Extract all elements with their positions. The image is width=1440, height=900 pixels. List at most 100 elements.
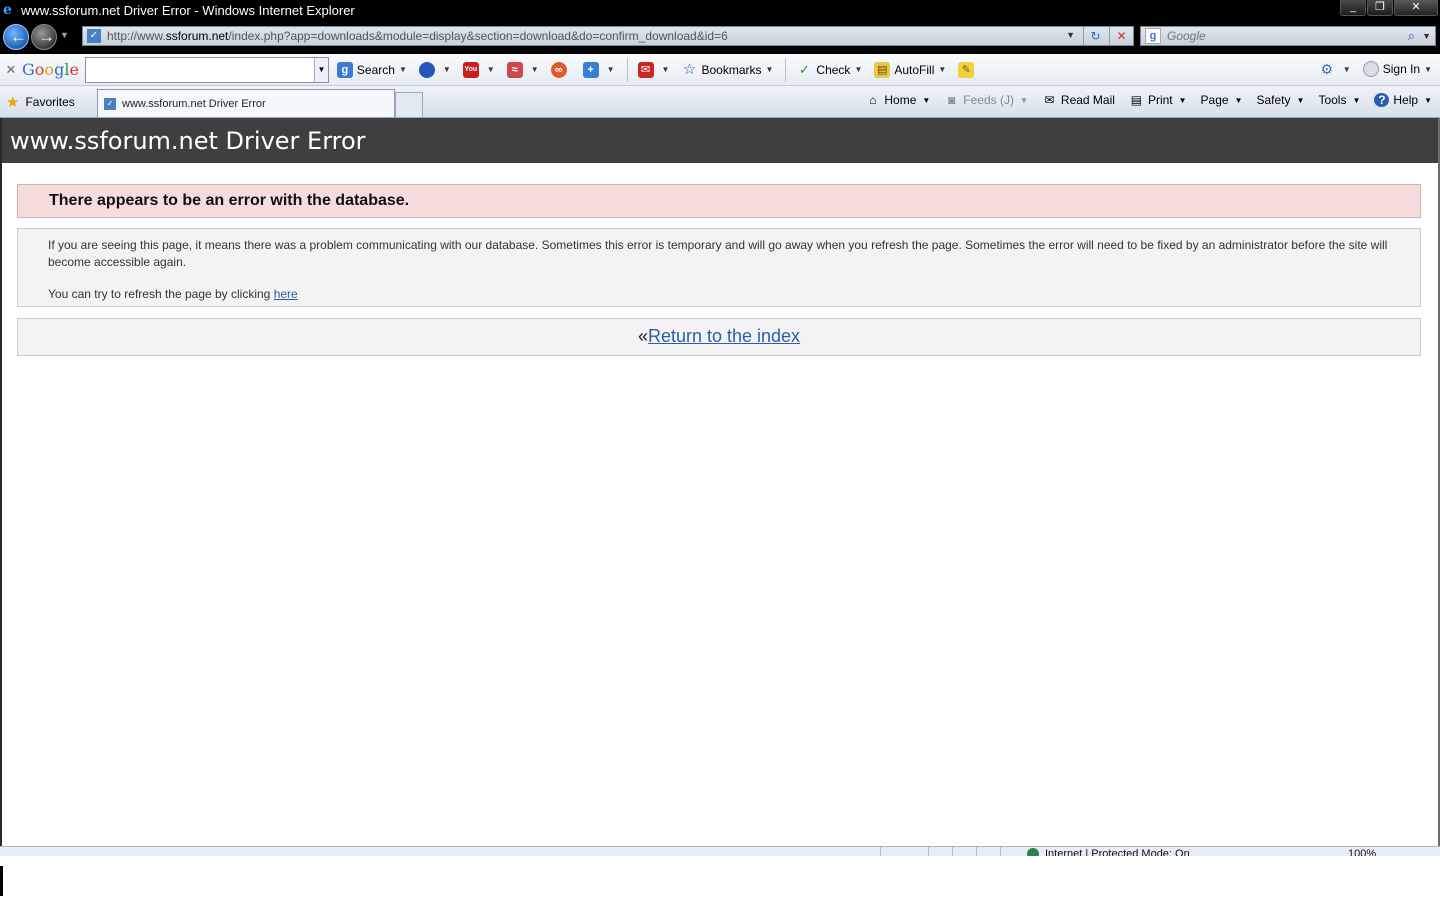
- recent-pages-dropdown[interactable]: ▼: [60, 30, 69, 40]
- search-box[interactable]: g Google ⌕ ▼: [1140, 26, 1436, 46]
- google-search-icon: g: [336, 61, 353, 78]
- ie-logo-icon: e: [3, 2, 12, 18]
- refresh-button[interactable]: ↻: [1083, 27, 1107, 45]
- security-zone[interactable]: Internet | Protected Mode: On: [1027, 848, 1190, 856]
- gmail-button[interactable]: ✉ ▼: [637, 61, 669, 78]
- tools-menu[interactable]: Tools ▼: [1318, 93, 1360, 107]
- page-content: www.ssforum.net Driver Error There appea…: [0, 118, 1440, 846]
- rss-icon: ◙: [948, 93, 956, 107]
- search-options-icon[interactable]: ▼: [1422, 31, 1431, 41]
- autofill-button[interactable]: ▤ AutoFill ▼: [874, 61, 946, 78]
- settings-button[interactable]: ⚙ ▼: [1319, 61, 1351, 77]
- highlight-button[interactable]: ✎: [958, 61, 978, 78]
- favorites-button[interactable]: ★ Favorites: [6, 93, 75, 111]
- google-search-dropdown-icon[interactable]: ▼: [313, 57, 328, 82]
- spellcheck-icon: ✓: [798, 61, 810, 77]
- new-tab-button[interactable]: [395, 92, 423, 117]
- back-button[interactable]: ←: [3, 24, 29, 50]
- wrench-icon: ⚙: [1320, 61, 1334, 77]
- sidewiki-button[interactable]: ∞: [550, 61, 571, 78]
- navigation-bar: ← → ▼ ✓ http://www.ssforum.net/index.php…: [0, 20, 1440, 54]
- print-button[interactable]: ▤ Print ▼: [1129, 93, 1187, 107]
- mail-icon: ✉: [1044, 93, 1055, 107]
- user-icon: [1362, 61, 1379, 77]
- address-url[interactable]: http://www.ssforum.net/index.php?app=dow…: [107, 29, 728, 43]
- address-bar[interactable]: ✓ http://www.ssforum.net/index.php?app=d…: [82, 26, 1134, 46]
- tab-active[interactable]: ✓ www.ssforum.net Driver Error: [97, 89, 395, 117]
- forward-arrow-icon: →: [38, 27, 55, 46]
- google-search-button[interactable]: g Search ▼: [336, 61, 407, 78]
- site-favicon-icon: ✓: [87, 29, 101, 43]
- home-icon: ⌂: [869, 93, 877, 107]
- favorites-bar: ★ Favorites ✓ www.ssforum.net Driver Err…: [0, 86, 1440, 118]
- info-text: If you are seeing this page, it means th…: [48, 238, 1388, 269]
- toolbar-right: ⚙ ▼ Sign In ▼: [1319, 61, 1432, 77]
- tab-title: www.ssforum.net Driver Error: [122, 97, 266, 110]
- translate-button[interactable]: ≈ ▼: [506, 61, 539, 78]
- error-message: There appears to be an error with the da…: [17, 184, 1421, 218]
- status-divider: [976, 847, 977, 856]
- status-divider: [1000, 847, 1001, 856]
- spellcheck-button[interactable]: ✓ Check ▼: [796, 62, 862, 78]
- address-dropdown-icon[interactable]: ▼: [1066, 30, 1075, 40]
- page-menu[interactable]: Page ▼: [1201, 93, 1243, 107]
- gmail-icon: ✉: [637, 61, 654, 78]
- add-button[interactable]: + ▼: [582, 61, 615, 78]
- google-logo: Google: [22, 60, 79, 79]
- google-toolbar: ✕ Google ▼ g Search ▼ ▼ You ▼ ≈ ▼ ∞ + ▼ ✉ ▼ ☆…: [0, 54, 1440, 86]
- toolbar-separator: [785, 57, 787, 82]
- home-button[interactable]: ⌂ Home ▼: [865, 93, 930, 107]
- google-provider-icon: g: [1145, 28, 1161, 44]
- help-menu[interactable]: ? Help ▼: [1374, 93, 1432, 107]
- youtube-button[interactable]: You ▼: [462, 61, 495, 78]
- window-controls: _ ❐ ✕: [1339, 0, 1438, 16]
- highlighter-icon: ✎: [958, 61, 975, 78]
- translate-icon: ≈: [506, 61, 523, 78]
- maximize-button[interactable]: ❐: [1367, 0, 1393, 16]
- feeds-button[interactable]: ◙ Feeds (J) ▼: [944, 93, 1028, 107]
- status-divider: [880, 847, 881, 856]
- help-icon: ?: [1374, 93, 1390, 107]
- refresh-text: You can try to refresh the page by click…: [48, 287, 298, 301]
- taskbar-edge: [0, 866, 3, 896]
- youtube-icon: You: [462, 61, 479, 78]
- sign-in-button[interactable]: Sign In ▼: [1362, 61, 1432, 77]
- star-icon: ☆: [682, 60, 697, 78]
- close-toolbar-icon[interactable]: ✕: [0, 62, 22, 78]
- tab-favicon-icon: ✓: [104, 97, 116, 110]
- refresh-link[interactable]: here: [274, 287, 298, 301]
- status-bar: Internet | Protected Mode: On 100%: [0, 846, 1440, 856]
- stop-button[interactable]: ✕: [1109, 27, 1133, 45]
- return-to-index-link[interactable]: Return to the index: [648, 326, 800, 346]
- search-input[interactable]: Google: [1167, 29, 1206, 43]
- forward-button[interactable]: →: [31, 24, 57, 50]
- read-mail-button[interactable]: ✉ Read Mail: [1042, 93, 1115, 107]
- toolbar-separator: [626, 57, 628, 82]
- globe-button[interactable]: ▼: [418, 61, 451, 78]
- return-prefix: «: [637, 326, 648, 346]
- google-toolbar-search-input[interactable]: ▼: [84, 56, 329, 83]
- close-button[interactable]: ✕: [1394, 0, 1438, 16]
- page-title: www.ssforum.net Driver Error: [2, 118, 1438, 163]
- error-details: If you are seeing this page, it means th…: [17, 228, 1421, 307]
- return-box: «Return to the index: [17, 318, 1421, 356]
- status-divider: [952, 847, 953, 856]
- status-divider: [928, 847, 929, 856]
- window-title: www.ssforum.net Driver Error - Windows I…: [21, 2, 355, 18]
- sidewiki-icon: ∞: [550, 61, 567, 78]
- plus-icon: +: [582, 61, 599, 78]
- bottom-strip: [0, 856, 1440, 900]
- title-bar: e www.ssforum.net Driver Error - Windows…: [0, 0, 1440, 20]
- zoom-level[interactable]: 100%: [1348, 848, 1376, 856]
- favorites-star-icon: ★: [6, 94, 20, 111]
- search-icon[interactable]: ⌕: [1408, 28, 1415, 44]
- command-bar: ⌂ Home ▼ ◙ Feeds (J) ▼ ✉ Read Mail ▤ Print ▼ Pa…: [851, 93, 1432, 107]
- bookmarks-button[interactable]: ☆ Bookmarks ▼: [681, 60, 774, 78]
- minimize-button[interactable]: _: [1340, 0, 1366, 16]
- back-arrow-icon: ←: [10, 27, 27, 46]
- internet-zone-icon: [1027, 848, 1039, 856]
- autofill-icon: ▤: [874, 61, 891, 78]
- printer-icon: ▤: [1130, 93, 1143, 107]
- safety-menu[interactable]: Safety ▼: [1257, 93, 1305, 107]
- globe-icon: [418, 61, 435, 78]
